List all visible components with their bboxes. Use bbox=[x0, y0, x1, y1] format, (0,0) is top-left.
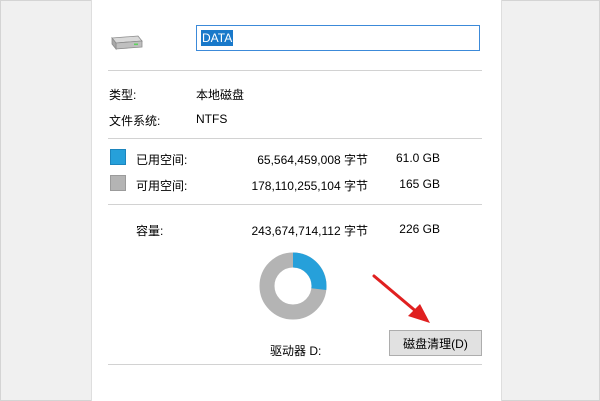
divider bbox=[108, 138, 482, 139]
capacity-size: 226 GB bbox=[399, 222, 440, 236]
drive-letter-label: 驱动器 D: bbox=[270, 344, 322, 358]
free-space-label: 可用空间: bbox=[136, 179, 188, 193]
divider bbox=[108, 364, 482, 365]
donut-used-arc bbox=[292, 252, 327, 290]
usage-donut bbox=[259, 252, 327, 320]
filesystem-label: 文件系统: bbox=[109, 114, 161, 128]
red-arrow-icon bbox=[372, 274, 430, 323]
free-space-swatch bbox=[110, 175, 126, 191]
used-space-bytes: 65,564,459,008 字节 bbox=[257, 153, 368, 167]
free-space-size: 165 GB bbox=[399, 177, 440, 191]
disk-cleanup-button[interactable]: 磁盘清理(D) bbox=[389, 330, 482, 356]
divider bbox=[108, 204, 482, 205]
drive-icon bbox=[111, 35, 143, 51]
free-space-bytes: 178,110,255,104 字节 bbox=[251, 179, 368, 193]
capacity-bytes: 243,674,714,112 字节 bbox=[251, 224, 368, 238]
used-space-swatch bbox=[110, 149, 126, 165]
filesystem-value: NTFS bbox=[196, 112, 228, 126]
volume-name-input[interactable]: DATA bbox=[196, 25, 480, 51]
used-space-size: 61.0 GB bbox=[395, 151, 440, 165]
capacity-label: 容量: bbox=[136, 224, 164, 238]
type-value: 本地磁盘 bbox=[196, 88, 245, 102]
volume-name-text: DATA bbox=[201, 30, 234, 46]
divider bbox=[108, 70, 482, 71]
type-label: 类型: bbox=[109, 88, 137, 102]
used-space-label: 已用空间: bbox=[136, 153, 188, 167]
